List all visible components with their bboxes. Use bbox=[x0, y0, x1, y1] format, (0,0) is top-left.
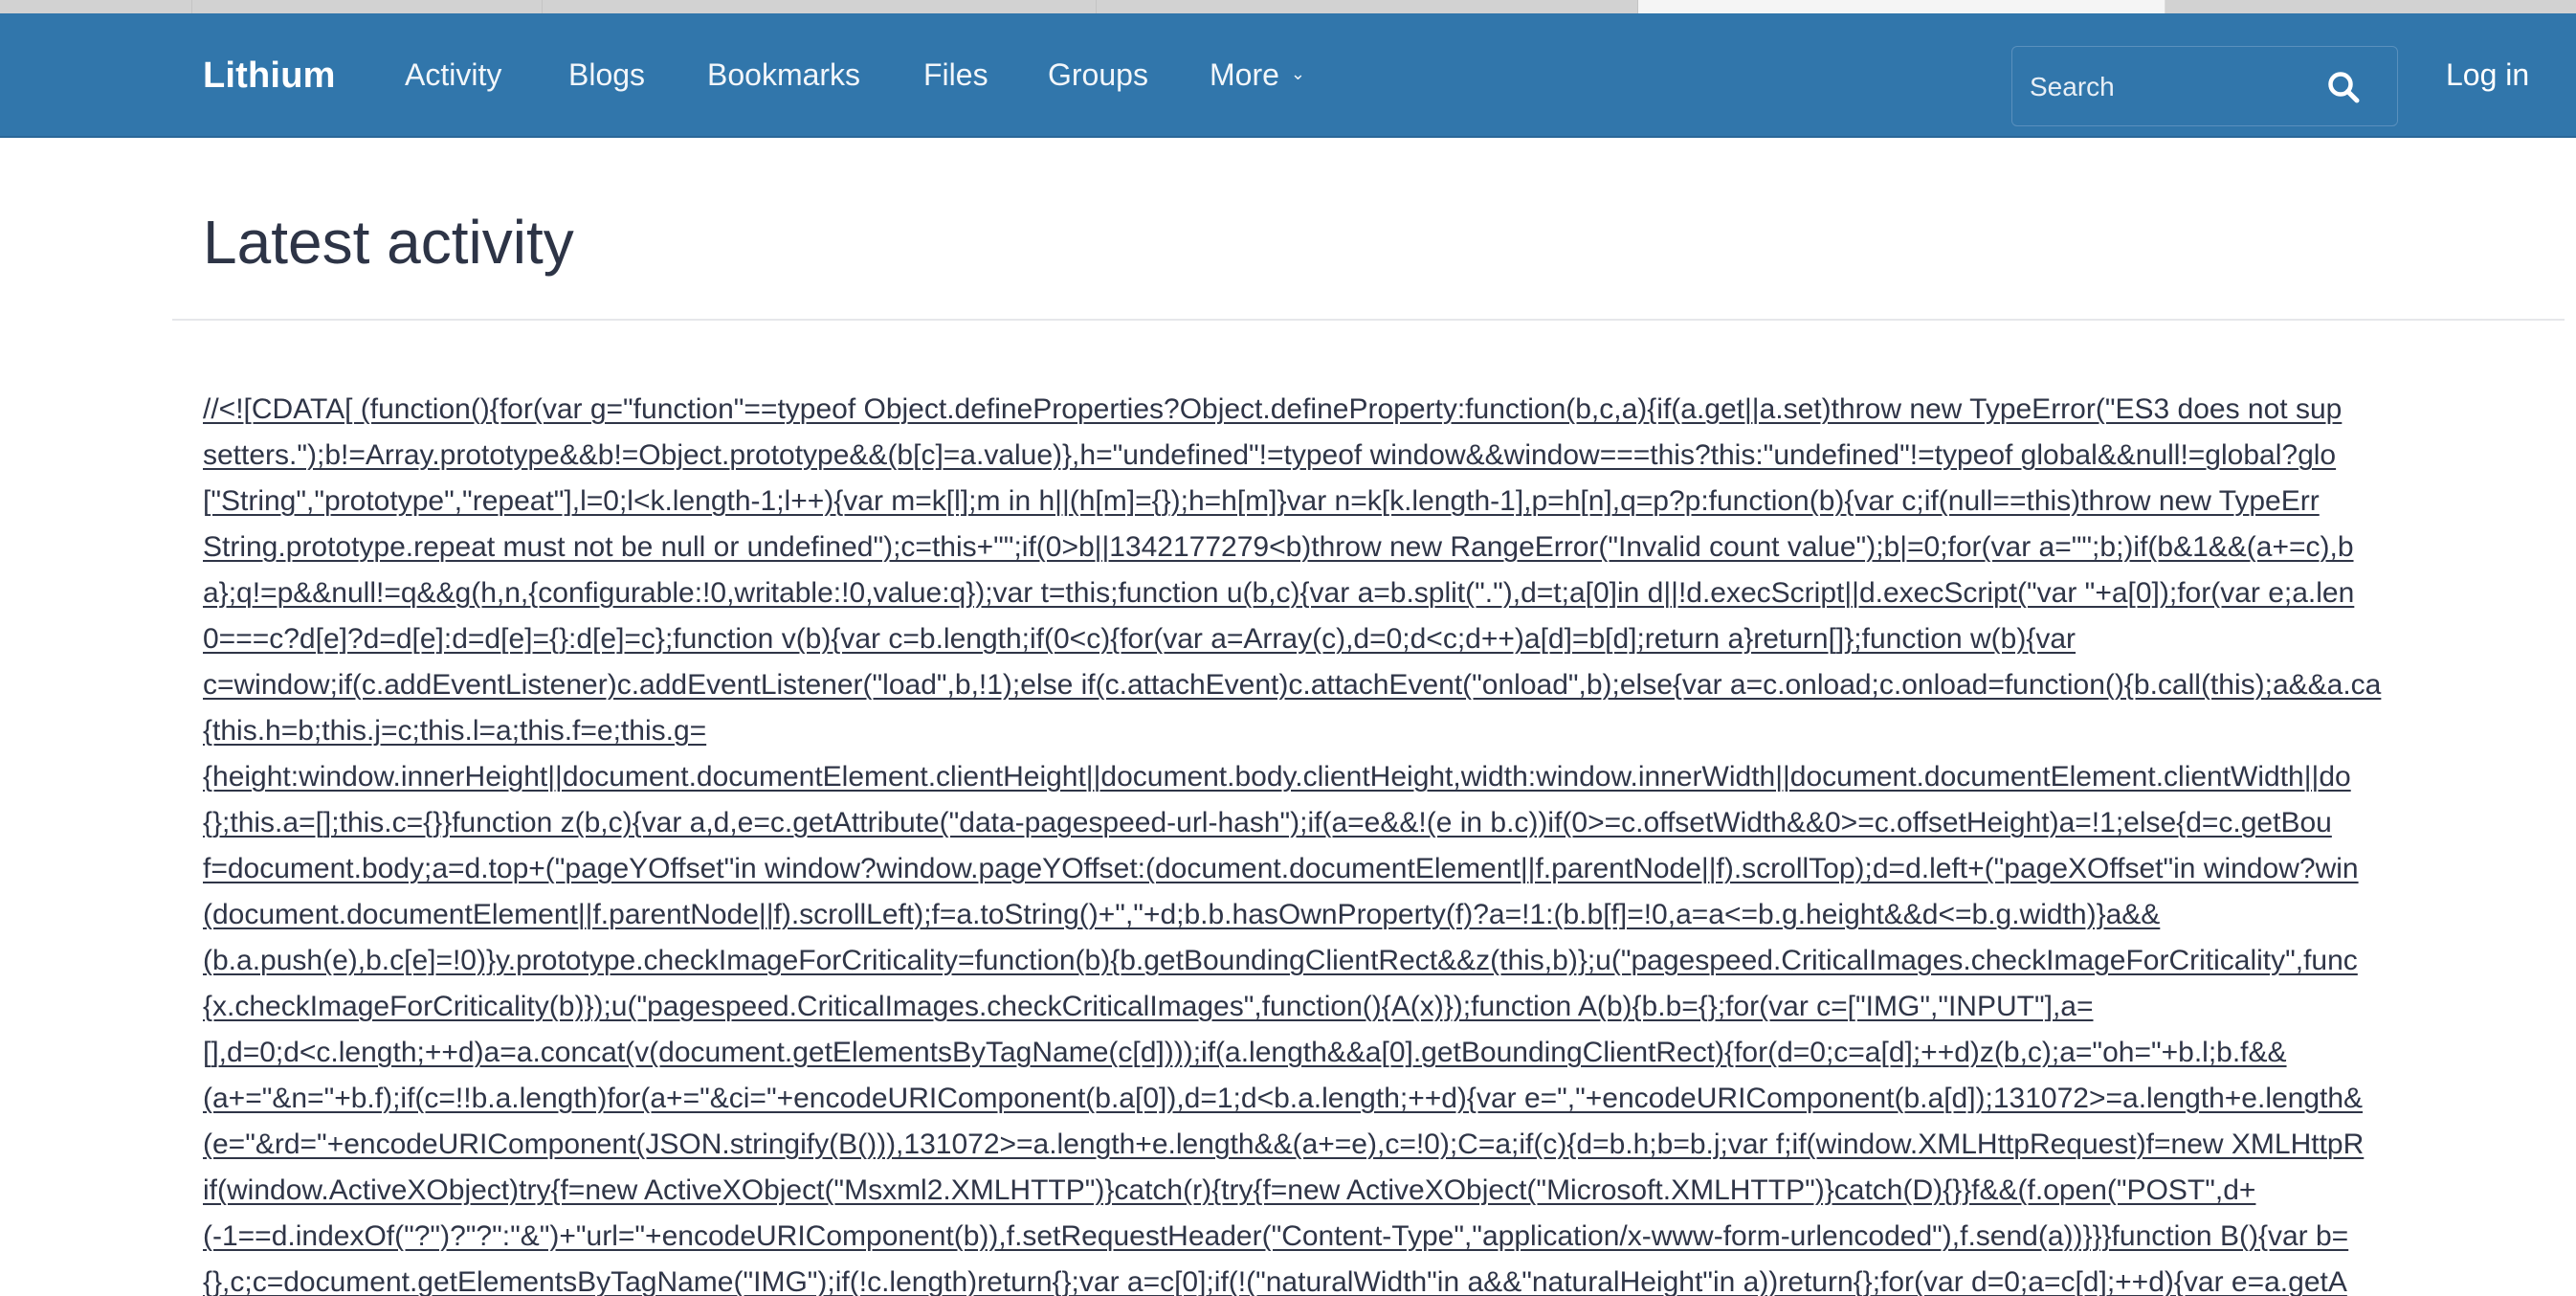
code-line-link[interactable]: String.prototype.repeat must not be null… bbox=[203, 525, 2576, 570]
nav-item-more[interactable]: More ⌄ bbox=[1210, 57, 1305, 93]
browser-tab-strip bbox=[0, 0, 2576, 13]
browser-tab[interactable] bbox=[192, 0, 543, 13]
code-line-link[interactable]: {};this.a=[];this.c={}}function z(b,c){v… bbox=[203, 800, 2576, 846]
code-line-link[interactable]: (b.a.push(e),b.c[e]=!0)}y.prototype.chec… bbox=[203, 938, 2576, 984]
code-line-link[interactable]: (e="&rd="+encodeURIComponent(JSON.string… bbox=[203, 1122, 2576, 1168]
nav-item-activity[interactable]: Activity bbox=[405, 57, 501, 93]
code-line-link[interactable]: 0===c?d[e]?d=d[e]:d=d[e]={}:d[e]=c};func… bbox=[203, 616, 2576, 662]
code-line-link[interactable]: c=window;if(c.addEventListener)c.addEven… bbox=[203, 662, 2576, 708]
page-title: Latest activity bbox=[203, 208, 574, 277]
title-divider bbox=[172, 319, 2565, 321]
nav-item-more-label: More bbox=[1210, 57, 1279, 92]
code-line-link[interactable]: if(window.ActiveXObject)try{f=new Active… bbox=[203, 1168, 2576, 1214]
nav-item-files[interactable]: Files bbox=[923, 57, 988, 93]
chevron-down-icon: ⌄ bbox=[1290, 64, 1305, 84]
code-line-link[interactable]: {height:window.innerHeight||document.doc… bbox=[203, 754, 2576, 800]
browser-tab[interactable] bbox=[543, 0, 1097, 13]
nav-item-groups[interactable]: Groups bbox=[1048, 57, 1148, 93]
code-line-link[interactable]: ["String","prototype","repeat"],l=0;l<k.… bbox=[203, 479, 2576, 525]
code-line-link[interactable]: [],d=0;d<c.length;++d)a=a.concat(v(docum… bbox=[203, 1030, 2576, 1076]
nav-item-blogs[interactable]: Blogs bbox=[568, 57, 645, 93]
browser-tab[interactable] bbox=[1097, 0, 1638, 13]
code-line-link[interactable]: f=document.body;a=d.top+("pageYOffset"in… bbox=[203, 846, 2576, 892]
code-line-link[interactable]: (a+="&n="+b.f);if(c=!!b.a.length)for(a+=… bbox=[203, 1076, 2576, 1122]
top-navbar: Lithium Activity Blogs Bookmarks Files G… bbox=[0, 13, 2576, 138]
code-line-link[interactable]: //<![CDATA[ (function(){for(var g="funct… bbox=[203, 387, 2576, 433]
code-line-link[interactable]: {this.h=b;this.j=c;this.l=a;this.f=e;thi… bbox=[203, 708, 2576, 754]
search-input[interactable] bbox=[2028, 64, 2319, 110]
login-link[interactable]: Log in bbox=[2446, 57, 2529, 93]
script-text-content: //<![CDATA[ (function(){for(var g="funct… bbox=[203, 387, 2576, 1296]
code-line-link[interactable]: {},c;c=document.getElementsByTagName("IM… bbox=[203, 1260, 2576, 1296]
code-line-link[interactable]: (-1==d.indexOf("?")?"?":"&")+"url="+enco… bbox=[203, 1214, 2576, 1260]
search-box bbox=[2011, 46, 2398, 126]
code-line-link[interactable]: a};q!=p&&null!=q&&g(h,n,{configurable:!0… bbox=[203, 570, 2576, 616]
code-line-link[interactable]: setters.");b!=Array.prototype&&b!=Object… bbox=[203, 433, 2576, 479]
browser-tab-active[interactable] bbox=[1638, 0, 2165, 13]
browser-tab[interactable] bbox=[0, 0, 192, 13]
nav-item-bookmarks[interactable]: Bookmarks bbox=[707, 57, 860, 93]
code-line-link[interactable]: (document.documentElement||f.parentNode|… bbox=[203, 892, 2576, 938]
code-line-link[interactable]: {x.checkImageForCriticality(b)});u("page… bbox=[203, 984, 2576, 1030]
search-icon[interactable] bbox=[2326, 70, 2361, 104]
browser-tab[interactable] bbox=[2165, 0, 2576, 13]
brand-logo-link[interactable]: Lithium bbox=[203, 56, 336, 97]
